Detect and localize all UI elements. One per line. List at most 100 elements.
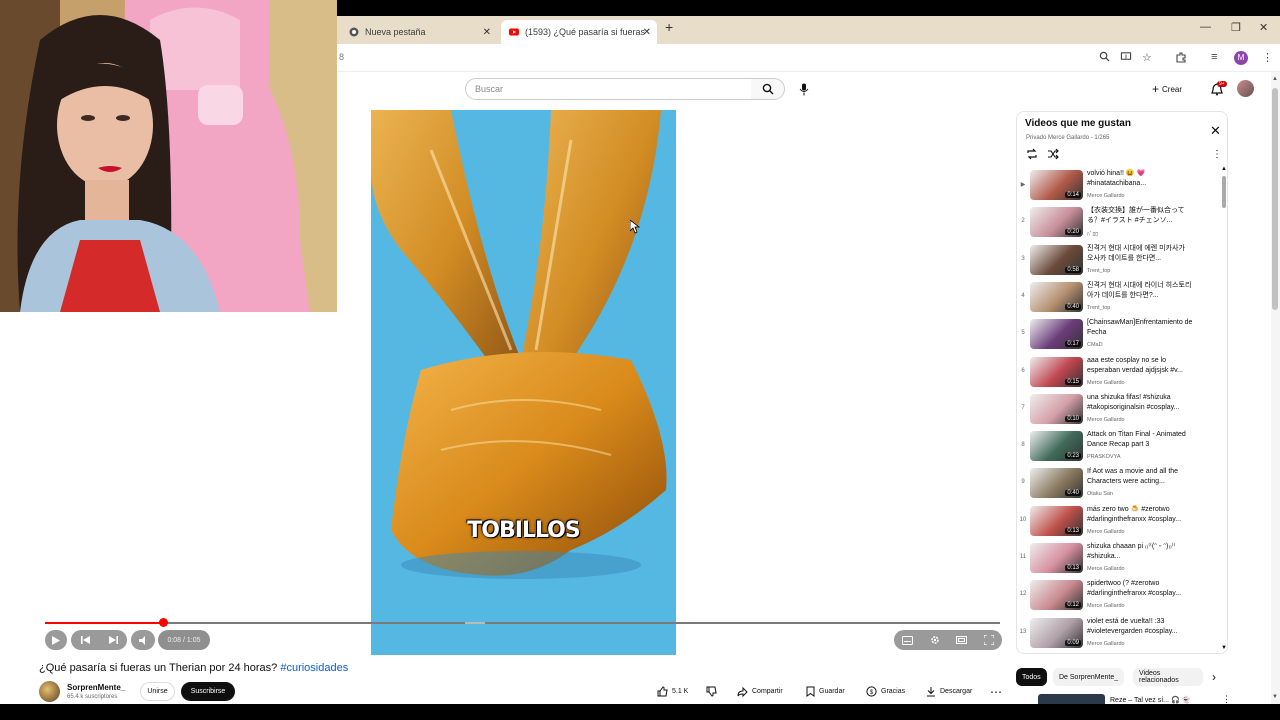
new-tab-button[interactable]: +	[665, 19, 673, 35]
playlist-item-title[interactable]: shizuka chaaan pi ₍₍⁽⁽(ᵔ ᵕ ᵔ)₎₎⁾⁾ #shizu…	[1087, 542, 1193, 562]
playlist-item-thumbnail[interactable]: 0:13	[1030, 543, 1083, 573]
playlist-item-thumbnail[interactable]: 0:12	[1030, 580, 1083, 611]
playlist-item-title[interactable]: más zero two 🍮 #zerotwo #darlinginthefra…	[1087, 505, 1193, 525]
shuffle-icon[interactable]	[1047, 148, 1059, 160]
playlist-item-thumbnail[interactable]: 0:40	[1030, 281, 1083, 312]
playlist-item[interactable]: 4 0:40 진격거 현대 시대에 라이너 히스토리아가 데이트를 한다면?... T…	[1018, 281, 1218, 317]
tab-youtube-video[interactable]: (1593) ¿Qué pasaría si fueras un ✕	[501, 20, 657, 44]
zoom-icon[interactable]	[1099, 51, 1110, 62]
browser-profile-avatar[interactable]: M	[1234, 51, 1248, 65]
minimize-window-icon[interactable]: —	[1200, 21, 1211, 33]
playlist-scroll-thumb[interactable]	[1222, 176, 1226, 208]
playlist-item[interactable]: 11 0:13 shizuka chaaan pi ₍₍⁽⁽(ᵔ ᵕ ᵔ)₎₎⁾⁾ …	[1018, 542, 1218, 578]
tab-new-tab[interactable]: Nueva pestaña ✕	[341, 20, 497, 44]
more-actions-icon[interactable]: ⋯	[990, 683, 1002, 700]
fullscreen-icon[interactable]	[983, 635, 994, 645]
playlist-item-title[interactable]: 【衣装交換】誰が一番似合ってる？#イラスト #チェンソ...	[1087, 206, 1193, 226]
playlist-item[interactable]: 13 0:09 violet está de vuelta!! :33 #viole…	[1018, 617, 1218, 653]
settings-gear-icon[interactable]	[930, 635, 940, 645]
next-icon[interactable]	[108, 636, 118, 644]
loop-icon[interactable]	[1026, 148, 1038, 160]
previous-icon[interactable]	[80, 636, 90, 644]
video-player[interactable]	[371, 110, 676, 655]
address-bar[interactable]: 8	[339, 52, 344, 62]
playlist-item-title[interactable]: 진격거 현대 시대에 에렌 미카사가 오사카 데이트를 한다면...	[1087, 244, 1193, 264]
chip-related[interactable]: Videos relacionados	[1133, 668, 1203, 686]
download-button[interactable]: Descargar	[926, 683, 972, 700]
scroll-up-icon[interactable]: ▲	[1221, 166, 1227, 172]
chip-all[interactable]: Todos	[1016, 668, 1047, 686]
theater-mode-icon[interactable]	[956, 636, 968, 644]
playlist-item[interactable]: 8 0:23 Attack on Titan Final - Animated Da…	[1018, 430, 1218, 466]
playlist-item-thumbnail[interactable]: 0:15	[1030, 356, 1083, 387]
bookmark-star-icon[interactable]: ☆	[1142, 51, 1152, 64]
playlist-item-thumbnail[interactable]: 0:20	[1030, 207, 1083, 238]
playlist-item-thumbnail[interactable]: 0:10	[1030, 393, 1083, 424]
subscribe-button[interactable]: Suscribirse	[181, 682, 235, 701]
playlist-item[interactable]: 9 0:40 If Aot was a movie and all the Char…	[1018, 467, 1218, 503]
like-button[interactable]: 5.1 K	[657, 683, 688, 700]
volume-button[interactable]	[131, 630, 155, 650]
create-button[interactable]: + Crear	[1152, 80, 1182, 98]
playlist-item-title[interactable]: volvió hina!! 😆 💗 #hinatatachibana...	[1087, 169, 1193, 189]
playlist-item-thumbnail[interactable]: 0:14	[1030, 170, 1083, 200]
channel-name[interactable]: SorprenMente_	[67, 683, 125, 692]
scroll-down-icon[interactable]: ▼	[1221, 645, 1227, 651]
close-window-icon[interactable]: ✕	[1259, 21, 1268, 34]
channel-avatar[interactable]	[39, 681, 60, 702]
play-button[interactable]	[45, 630, 67, 650]
playlist-item-thumbnail[interactable]: 0:40	[1030, 468, 1083, 499]
progress-bar[interactable]	[45, 622, 1000, 624]
playlist-item-thumbnail[interactable]: 0:17	[1030, 319, 1083, 350]
playlist-item[interactable]: 12 0:12 spidertwoo (? #zerotwo #darlingint…	[1018, 579, 1218, 615]
playlist-item-thumbnail[interactable]: 0:58	[1030, 244, 1083, 275]
subtitles-icon[interactable]	[902, 635, 914, 645]
playlist-item[interactable]: 2 0:20 【衣装交換】誰が一番似合ってる？#イラスト #チェンソ... ﾊﾞﾛﾛ	[1018, 206, 1218, 242]
extensions-icon[interactable]	[1175, 51, 1187, 63]
close-tab-icon[interactable]: ✕	[483, 27, 491, 38]
playlist-item[interactable]: 7 0:10 una shizuka fifas! #shizuka #takopi…	[1018, 393, 1218, 429]
close-playlist-icon[interactable]: ✕	[1210, 123, 1221, 139]
playlist-item-title[interactable]: 진격거 현대 시대에 라이너 히스토리아가 데이트를 한다면?...	[1087, 281, 1193, 301]
playlist-item[interactable]: 5 0:17 [ChainsawMan]Enfrentamiento de Fech…	[1018, 318, 1218, 354]
playlist-scrollbar[interactable]	[1222, 170, 1226, 648]
share-button[interactable]: Compartir	[737, 683, 783, 700]
restore-window-icon[interactable]: ❐	[1231, 21, 1241, 34]
playlist-item-title[interactable]: violet está de vuelta!! :33 #violeteverg…	[1087, 617, 1193, 637]
voice-search-button[interactable]	[794, 78, 814, 100]
playlist-title[interactable]: Videos que me gustan	[1025, 118, 1131, 129]
playlist-item-title[interactable]: spidertwoo (? #zerotwo #darlinginthefran…	[1087, 579, 1193, 599]
page-scroll-thumb[interactable]	[1272, 88, 1278, 310]
playlist-item[interactable]: 6 0:15 aaa este cosplay no se lo esperaban…	[1018, 356, 1218, 392]
dislike-button[interactable]	[706, 683, 717, 700]
page-scroll-up-icon[interactable]: ▲	[1272, 76, 1278, 82]
playlist-item-title[interactable]: [ChainsawMan]Enfrentamiento de Fecha	[1087, 318, 1193, 338]
page-scroll-down-icon[interactable]: ▼	[1272, 694, 1278, 700]
chevron-right-icon[interactable]: ›	[1212, 670, 1216, 684]
playlist-item-title[interactable]: aaa este cosplay no se lo esperaban verd…	[1087, 356, 1193, 376]
close-tab-icon[interactable]: ✕	[643, 27, 651, 38]
media-control-icon[interactable]: ≡	[1211, 51, 1217, 63]
playlist-item-title[interactable]: If Aot was a movie and all the Character…	[1087, 467, 1193, 487]
browser-menu-icon[interactable]: ⋮	[1262, 51, 1273, 64]
chip-from-channel[interactable]: De SorprenMente_	[1053, 668, 1125, 686]
playlist-item[interactable]: ▶ 0:14 volvió hina!! 😆 💗 #hinatatachibana.…	[1018, 169, 1218, 205]
playlist-more-icon[interactable]: ⋮	[1212, 149, 1222, 160]
search-input[interactable]: Buscar	[465, 78, 752, 100]
progress-scrubber[interactable]	[159, 618, 169, 627]
playlist-item-thumbnail[interactable]: 0:23	[1030, 431, 1083, 462]
youtube-account-avatar[interactable]	[1237, 80, 1254, 97]
hashtag-link[interactable]: #curiosidades	[280, 662, 348, 674]
playlist-item-thumbnail[interactable]: 0:13	[1030, 505, 1083, 536]
next-video-title[interactable]: Reze – Tal vez sí... 🎧 👻	[1110, 696, 1190, 704]
install-app-icon[interactable]	[1120, 51, 1132, 62]
search-button[interactable]	[751, 78, 785, 100]
join-button[interactable]: Unirse	[140, 682, 175, 701]
save-button[interactable]: Guardar	[806, 683, 845, 700]
playlist-item-title[interactable]: Attack on Titan Final - Animated Dance R…	[1087, 430, 1193, 450]
thanks-button[interactable]: $ Gracias	[866, 683, 905, 700]
playlist-item[interactable]: 3 0:58 진격거 현대 시대에 에렌 미카사가 오사카 데이트를 한다면... T…	[1018, 244, 1218, 280]
playlist-item-title[interactable]: una shizuka fifas! #shizuka #takopisorig…	[1087, 393, 1193, 413]
playlist-item[interactable]: 10 0:13 más zero two 🍮 #zerotwo #darlingin…	[1018, 505, 1218, 541]
playlist-item-thumbnail[interactable]: 0:09	[1030, 617, 1083, 648]
